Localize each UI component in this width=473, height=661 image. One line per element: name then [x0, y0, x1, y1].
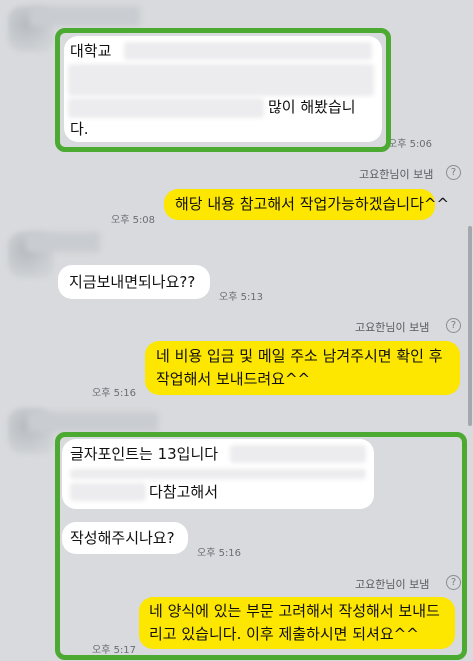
highlight-frame — [55, 432, 467, 660]
sender-name-blurred — [28, 412, 158, 432]
help-icon[interactable]: ? — [446, 318, 461, 333]
sender-label: 고요한님이 보냄 — [355, 321, 430, 334]
scrollbar[interactable] — [468, 226, 472, 426]
message-time: 오후 5:06 — [388, 139, 433, 150]
sender-label: 고요한님이 보냄 — [359, 168, 434, 181]
sender-name-blurred — [26, 232, 100, 252]
message-bubble[interactable]: 해당 내용 참고해서 작업가능하겠습니다^^ — [164, 189, 449, 220]
message-text: 해당 내용 참고해서 작업가능하겠습니다^^ — [175, 195, 450, 213]
message-bubble[interactable]: 지금보내면되나요?? — [58, 265, 210, 299]
message-text: 네 비용 입금 및 메일 주소 남겨주시면 확인 후 — [156, 347, 443, 365]
sender-name-blurred — [30, 6, 140, 26]
help-icon[interactable]: ? — [446, 165, 461, 180]
message-time: 오후 5:08 — [111, 215, 156, 226]
highlight-frame — [55, 28, 391, 152]
message-bubble[interactable]: 네 비용 입금 및 메일 주소 남겨주시면 확인 후 작업해서 보내드려요^^ — [145, 341, 460, 395]
message-time: 오후 5:16 — [92, 388, 137, 399]
message-text: 작업해서 보내드려요^^ — [156, 370, 311, 388]
message-text: 지금보내면되나요?? — [69, 273, 196, 291]
message-time: 오후 5:13 — [219, 292, 264, 303]
